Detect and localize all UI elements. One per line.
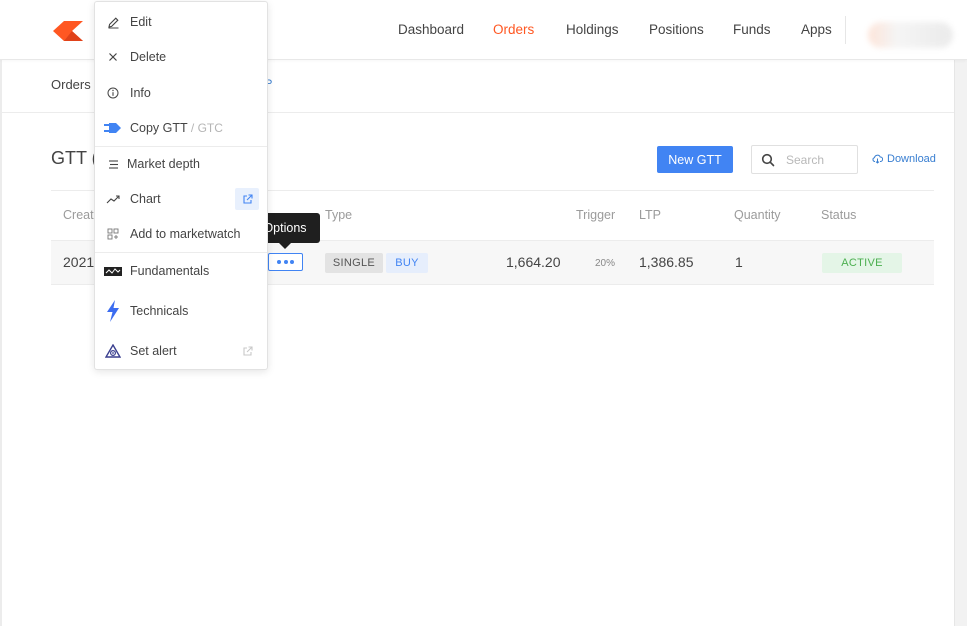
row-quantity: 1 <box>735 254 743 270</box>
menu-item-copy-gtt[interactable]: Copy GTT / GTC <box>95 113 267 143</box>
nav-divider <box>845 16 846 44</box>
row-trigger-price: 1,664.20 <box>506 254 561 270</box>
pencil-icon <box>104 13 122 31</box>
menu-label-technicals: Technicals <box>130 304 189 318</box>
menu-item-add-marketwatch[interactable]: Add to marketwatch <box>95 219 267 249</box>
nav-positions[interactable]: Positions <box>649 22 704 37</box>
watchlist-grid-icon <box>104 225 122 243</box>
menu-item-market-depth[interactable]: Market depth <box>95 149 267 179</box>
external-link-icon[interactable] <box>235 188 259 210</box>
download-link[interactable]: Download <box>872 153 936 165</box>
menu-label-edit: Edit <box>130 15 152 29</box>
menu-item-fundamentals[interactable]: Fundamentals <box>95 256 267 286</box>
new-gtt-button[interactable]: New GTT <box>657 146 733 173</box>
alert-bullseye-icon <box>104 342 122 360</box>
depth-lines-icon <box>104 155 122 173</box>
menu-divider <box>95 252 267 253</box>
nav-dashboard[interactable]: Dashboard <box>398 22 464 37</box>
menu-label-copy-gtt: Copy GTT / GTC <box>130 121 223 135</box>
copy-gtt-subtext: / GTC <box>190 121 223 135</box>
lightning-icon <box>104 300 122 322</box>
col-header-created[interactable]: Creat <box>63 208 94 222</box>
menu-item-set-alert[interactable]: Set alert <box>95 336 267 366</box>
nav-apps[interactable]: Apps <box>801 22 832 37</box>
menu-item-delete[interactable]: Delete <box>95 42 267 72</box>
trend-chart-icon <box>104 190 122 208</box>
menu-label-add-marketwatch: Add to marketwatch <box>130 227 241 241</box>
copy-gtt-icon <box>104 119 122 137</box>
nav-orders[interactable]: Orders <box>493 22 534 37</box>
col-header-status[interactable]: Status <box>821 208 856 222</box>
cloud-download-icon <box>872 154 883 164</box>
search-input[interactable] <box>786 151 852 168</box>
options-dot-icon <box>283 260 288 264</box>
copy-gtt-text: Copy GTT <box>130 121 188 135</box>
search-box[interactable] <box>751 145 858 174</box>
nav-funds[interactable]: Funds <box>733 22 771 37</box>
menu-label-delete: Delete <box>130 50 167 64</box>
col-header-quantity[interactable]: Quantity <box>734 208 781 222</box>
menu-item-info[interactable]: Info <box>95 78 267 108</box>
menu-item-technicals[interactable]: Technicals <box>95 296 267 326</box>
side-tag-buy: BUY <box>386 253 428 273</box>
row-ltp: 1,386.85 <box>639 254 694 270</box>
type-tag-single: SINGLE <box>325 253 383 273</box>
col-header-trigger[interactable]: Trigger <box>576 208 615 222</box>
fundamentals-ticker-icon <box>104 262 122 280</box>
external-link-icon[interactable] <box>235 340 259 362</box>
row-options-button[interactable] <box>268 253 303 271</box>
menu-label-set-alert: Set alert <box>130 344 177 358</box>
row-created: 2021 <box>63 254 95 270</box>
close-icon <box>104 48 122 66</box>
menu-label-info: Info <box>130 86 151 100</box>
menu-item-chart[interactable]: Chart <box>95 184 267 214</box>
row-options-menu: Edit Delete Info Copy GTT / GTC Market d… <box>94 1 268 370</box>
search-icon <box>761 153 775 167</box>
menu-label-fundamentals: Fundamentals <box>130 264 210 278</box>
status-badge: ACTIVE <box>822 253 902 273</box>
menu-label-market-depth: Market depth <box>127 157 200 171</box>
options-dot-icon <box>290 260 294 264</box>
page-scroll-gutter <box>954 60 967 626</box>
kite-logo-icon[interactable] <box>53 21 83 41</box>
row-trigger-percent: 20% <box>595 258 616 269</box>
col-header-ltp[interactable]: LTP <box>639 208 661 222</box>
menu-label-chart: Chart <box>130 192 161 206</box>
col-header-type[interactable]: Type <box>325 208 352 222</box>
subnav-orders[interactable]: Orders <box>51 77 91 92</box>
menu-divider <box>95 146 267 147</box>
menu-item-edit[interactable]: Edit <box>95 7 267 37</box>
page-title: GTT ( <box>51 148 98 168</box>
options-dot-icon <box>277 260 281 264</box>
info-icon <box>104 84 122 102</box>
download-label: Download <box>887 153 936 165</box>
user-profile-avatar[interactable] <box>868 22 953 48</box>
nav-holdings[interactable]: Holdings <box>566 22 619 37</box>
